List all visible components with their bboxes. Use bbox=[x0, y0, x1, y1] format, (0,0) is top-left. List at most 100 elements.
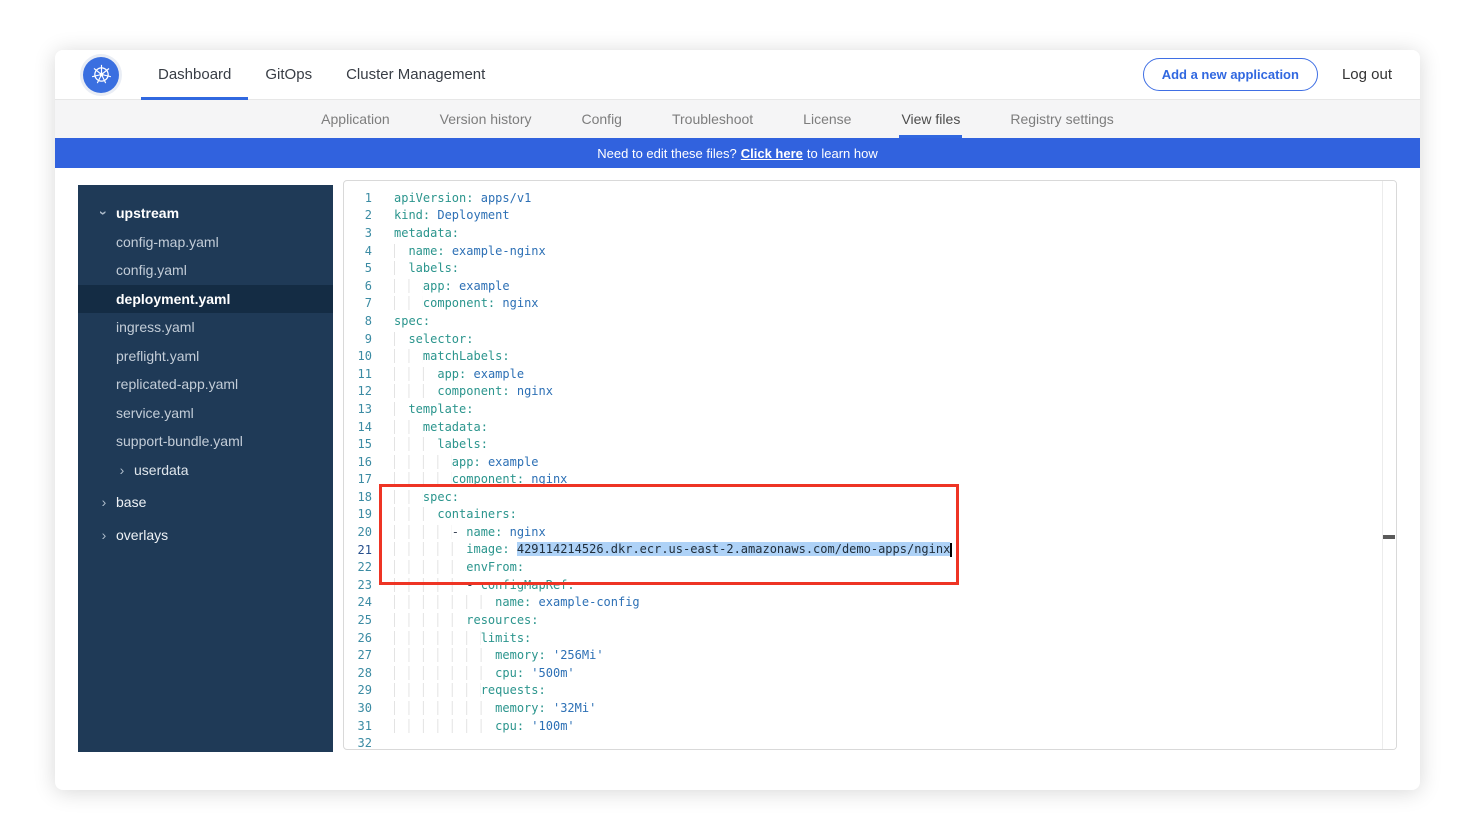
scrollbar-position-marker[interactable] bbox=[1383, 535, 1395, 539]
indent-guides bbox=[394, 279, 423, 293]
banner-text-after: to learn how bbox=[807, 146, 878, 161]
file-tree-item-overlays[interactable]: ›overlays bbox=[78, 521, 333, 550]
top-header: Dashboard GitOps Cluster Management Add … bbox=[55, 50, 1420, 100]
edit-files-banner: Need to edit these files? Click here to … bbox=[55, 138, 1420, 168]
file-tree-item-ingress.yaml[interactable]: ingress.yaml bbox=[78, 313, 333, 342]
code-line[interactable]: 4 name: example-nginx bbox=[344, 242, 1396, 260]
file-tree-item-support-bundle.yaml[interactable]: support-bundle.yaml bbox=[78, 427, 333, 456]
tab-application[interactable]: Application bbox=[319, 100, 392, 138]
code-line[interactable]: 18 spec: bbox=[344, 488, 1396, 506]
code-line[interactable]: 20 - name: nginx bbox=[344, 523, 1396, 541]
line-number: 18 bbox=[344, 490, 372, 504]
tab-license[interactable]: License bbox=[801, 100, 853, 138]
code-line[interactable]: 23 - configMapRef: bbox=[344, 576, 1396, 594]
logout-link[interactable]: Log out bbox=[1342, 66, 1392, 83]
line-number: 19 bbox=[344, 507, 372, 521]
code-line[interactable]: 31 cpu: '100m' bbox=[344, 717, 1396, 735]
indent-guides bbox=[394, 244, 408, 258]
code-line[interactable]: 3metadata: bbox=[344, 224, 1396, 242]
line-number: 4 bbox=[344, 244, 372, 258]
editor-scrollbar-track[interactable] bbox=[1382, 181, 1396, 749]
file-tree-item-preflight.yaml[interactable]: preflight.yaml bbox=[78, 342, 333, 371]
line-content: labels: bbox=[394, 261, 459, 275]
line-content: app: example bbox=[394, 367, 524, 381]
file-tree-item-config-map.yaml[interactable]: config-map.yaml bbox=[78, 228, 333, 257]
tree-item-label: preflight.yaml bbox=[116, 348, 199, 364]
line-number: 28 bbox=[344, 666, 372, 680]
indent-guides bbox=[394, 332, 408, 346]
file-tree-item-replicated-app.yaml[interactable]: replicated-app.yaml bbox=[78, 370, 333, 399]
line-content: envFrom: bbox=[394, 560, 524, 574]
code-line[interactable]: 27 memory: '256Mi' bbox=[344, 646, 1396, 664]
line-number: 11 bbox=[344, 367, 372, 381]
file-tree-item-service.yaml[interactable]: service.yaml bbox=[78, 399, 333, 428]
code-line[interactable]: 15 labels: bbox=[344, 435, 1396, 453]
file-tree-item-userdata[interactable]: ›userdata bbox=[78, 456, 333, 485]
tab-registry-settings[interactable]: Registry settings bbox=[1008, 100, 1115, 138]
file-tree-item-config.yaml[interactable]: config.yaml bbox=[78, 256, 333, 285]
code-line[interactable]: 7 component: nginx bbox=[344, 295, 1396, 313]
line-number: 15 bbox=[344, 437, 372, 451]
tree-item-label: support-bundle.yaml bbox=[116, 433, 243, 449]
banner-click-here-link[interactable]: Click here bbox=[741, 146, 803, 161]
line-content: spec: bbox=[394, 490, 459, 504]
tree-item-label: config.yaml bbox=[116, 262, 187, 278]
tree-item-label: base bbox=[116, 494, 146, 510]
code-line[interactable]: 29 requests: bbox=[344, 682, 1396, 700]
file-tree-item-deployment.yaml[interactable]: deployment.yaml bbox=[78, 285, 333, 314]
line-content: spec: bbox=[394, 314, 430, 328]
tab-troubleshoot[interactable]: Troubleshoot bbox=[670, 100, 755, 138]
line-content: cpu: '500m' bbox=[394, 666, 575, 680]
code-line[interactable]: 5 labels: bbox=[344, 259, 1396, 277]
code-line[interactable]: 8spec: bbox=[344, 312, 1396, 330]
code-line[interactable]: 12 component: nginx bbox=[344, 383, 1396, 401]
file-tree-item-base[interactable]: ›base bbox=[78, 488, 333, 517]
indent-guides bbox=[394, 578, 466, 592]
code-line[interactable]: 1apiVersion: apps/v1 bbox=[344, 189, 1396, 207]
line-content: image: 429114214526.dkr.ecr.us-east-2.am… bbox=[394, 542, 952, 557]
line-number: 12 bbox=[344, 384, 372, 398]
tab-version-history[interactable]: Version history bbox=[438, 100, 534, 138]
file-tree-item-upstream[interactable]: ›upstream bbox=[78, 199, 333, 228]
code-line[interactable]: 10 matchLabels: bbox=[344, 347, 1396, 365]
code-line[interactable]: 28 cpu: '500m' bbox=[344, 664, 1396, 682]
code-line[interactable]: 13 template: bbox=[344, 400, 1396, 418]
line-number: 13 bbox=[344, 402, 372, 416]
nav-tab-dashboard[interactable]: Dashboard bbox=[141, 50, 248, 100]
code-line[interactable]: 24 name: example-config bbox=[344, 594, 1396, 612]
code-line[interactable]: 25 resources: bbox=[344, 611, 1396, 629]
line-number: 29 bbox=[344, 683, 372, 697]
code-line[interactable]: 9 selector: bbox=[344, 330, 1396, 348]
line-content: name: example-config bbox=[394, 595, 640, 609]
indent-guides bbox=[394, 595, 495, 609]
indent-guides bbox=[394, 261, 408, 275]
line-content: - name: nginx bbox=[394, 525, 546, 539]
indent-guides bbox=[394, 631, 481, 645]
nav-tab-cluster-management[interactable]: Cluster Management bbox=[329, 50, 502, 100]
line-content: memory: '256Mi' bbox=[394, 648, 604, 662]
kubernetes-logo-icon[interactable] bbox=[83, 57, 119, 93]
code-line[interactable]: 14 metadata: bbox=[344, 418, 1396, 436]
line-content: requests: bbox=[394, 683, 546, 697]
indent-guides bbox=[394, 455, 452, 469]
code-line[interactable]: 17 component: nginx bbox=[344, 471, 1396, 489]
tree-item-label: service.yaml bbox=[116, 405, 194, 421]
code-line[interactable]: 16 app: example bbox=[344, 453, 1396, 471]
add-application-button[interactable]: Add a new application bbox=[1143, 58, 1318, 91]
code-line[interactable]: 21 image: 429114214526.dkr.ecr.us-east-2… bbox=[344, 541, 1396, 559]
code-line[interactable]: 26 limits: bbox=[344, 629, 1396, 647]
tab-view-files[interactable]: View files bbox=[899, 100, 962, 138]
line-number: 26 bbox=[344, 631, 372, 645]
code-line[interactable]: 6 app: example bbox=[344, 277, 1396, 295]
code-line[interactable]: 22 envFrom: bbox=[344, 558, 1396, 576]
code-line[interactable]: 30 memory: '32Mi' bbox=[344, 699, 1396, 717]
code-line[interactable]: 11 app: example bbox=[344, 365, 1396, 383]
code-line[interactable]: 2kind: Deployment bbox=[344, 207, 1396, 225]
indent-guides bbox=[394, 296, 423, 310]
code-line[interactable]: 32 bbox=[344, 734, 1396, 750]
tab-config[interactable]: Config bbox=[580, 100, 624, 138]
indent-guides bbox=[394, 525, 452, 539]
indent-guides bbox=[394, 666, 495, 680]
code-line[interactable]: 19 containers: bbox=[344, 506, 1396, 524]
nav-tab-gitops[interactable]: GitOps bbox=[248, 50, 329, 100]
